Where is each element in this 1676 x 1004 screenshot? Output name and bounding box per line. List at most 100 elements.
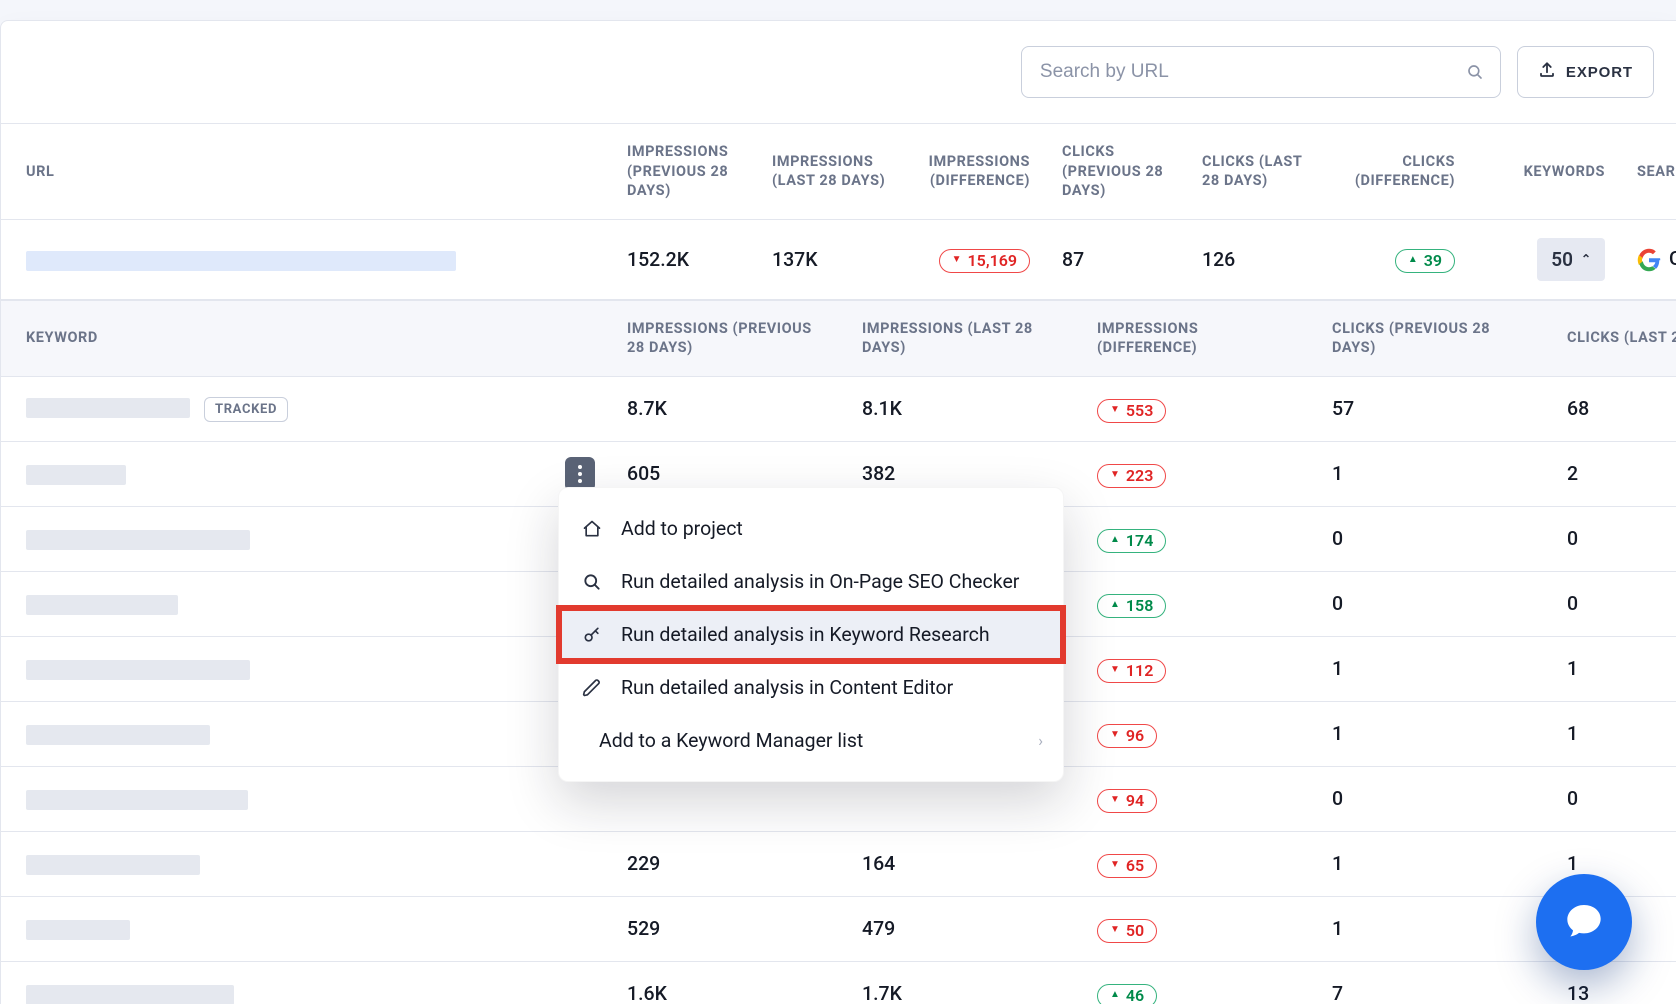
cell-kw-imp-diff: ▲46 xyxy=(1081,961,1316,1004)
keyword-placeholder xyxy=(26,985,234,1004)
top-bar: EXPORT xyxy=(1,21,1676,123)
cell-kw-clk-prev: 7 xyxy=(1316,961,1551,1004)
keyword-placeholder xyxy=(26,855,200,875)
cell-imp-prev: 152.2K xyxy=(611,219,756,299)
cell-kw-clk-prev: 0 xyxy=(1316,766,1551,831)
cell-kw-imp-diff: ▼94 xyxy=(1081,766,1316,831)
cell-search-engine: C xyxy=(1621,219,1676,299)
keyword-placeholder xyxy=(26,465,126,485)
keyword-row[interactable]: 1.6K1.7K▲46713 xyxy=(1,961,1676,1004)
col-kw-clk-prev[interactable]: CLICKS (PREVIOUS 28 DAYS) xyxy=(1316,300,1551,376)
keyword-placeholder xyxy=(26,398,190,418)
cell-clk-last: 126 xyxy=(1186,219,1326,299)
keyword-placeholder xyxy=(26,660,250,680)
cell-imp-diff: ▼15,169 xyxy=(911,219,1046,299)
cell-kw-clk-prev: 1 xyxy=(1316,701,1551,766)
tracked-badge: TRACKED xyxy=(204,397,288,422)
context-menu-item[interactable]: Add to a Keyword Manager list › xyxy=(559,714,1063,767)
cell-kw-imp-diff: ▲158 xyxy=(1081,571,1316,636)
col-imp-last[interactable]: IMPRESSIONS (LAST 28 DAYS) xyxy=(756,124,911,220)
cell-kw-clk-prev: 1 xyxy=(1316,636,1551,701)
cell-kw-clk-last: 0 xyxy=(1551,766,1676,831)
export-button[interactable]: EXPORT xyxy=(1517,46,1654,98)
col-clk-prev[interactable]: CLICKS (PREVIOUS 28 DAYS) xyxy=(1046,124,1186,220)
cell-imp-last: 137K xyxy=(756,219,911,299)
col-kw-clk-last[interactable]: CLICKS (LAST 28 DAYS) xyxy=(1551,300,1676,376)
cell-kw-clk-prev: 1 xyxy=(1316,831,1551,896)
context-menu-label: Run detailed analysis in Content Editor xyxy=(621,676,953,699)
google-icon xyxy=(1637,248,1661,272)
context-menu-item[interactable]: Add to project xyxy=(559,502,1063,555)
context-menu-label: Run detailed analysis in On-Page SEO Che… xyxy=(621,570,1019,593)
cell-kw-clk-last: 68 xyxy=(1551,376,1676,441)
cell-clk-prev: 87 xyxy=(1046,219,1186,299)
home-icon xyxy=(581,519,603,539)
cell-kw-imp-diff: ▼223 xyxy=(1081,441,1316,506)
context-menu-label: Add to project xyxy=(621,517,743,540)
pencil-icon xyxy=(581,678,603,698)
cell-kw-clk-prev: 57 xyxy=(1316,376,1551,441)
url-summary-table: URL IMPRESSIONS (PREVIOUS 28 DAYS) IMPRE… xyxy=(1,123,1676,300)
keyword-row[interactable]: TRACKED 8.7K8.1K▼5535768 xyxy=(1,376,1676,441)
col-imp-prev[interactable]: IMPRESSIONS (PREVIOUS 28 DAYS) xyxy=(611,124,756,220)
cell-kw-imp-prev: 8.7K xyxy=(611,376,846,441)
key-icon xyxy=(581,625,603,645)
cell-kw-imp-diff: ▼65 xyxy=(1081,831,1316,896)
col-kw-imp-last[interactable]: IMPRESSIONS (LAST 28 DAYS) xyxy=(846,300,1081,376)
keyword-placeholder xyxy=(26,790,248,810)
cell-kw-imp-diff: ▼96 xyxy=(1081,701,1316,766)
cell-clk-diff: ▲39 xyxy=(1326,219,1471,299)
export-label: EXPORT xyxy=(1566,64,1633,81)
col-kw-imp-diff[interactable]: IMPRESSIONS (DIFFERENCE) xyxy=(1081,300,1316,376)
col-url[interactable]: URL xyxy=(1,124,611,220)
cell-kw-clk-prev: 0 xyxy=(1316,506,1551,571)
search-icon xyxy=(1466,63,1484,81)
cell-kw-imp-last: 164 xyxy=(846,831,1081,896)
url-search-field-wrap[interactable] xyxy=(1021,46,1501,98)
context-menu-item[interactable]: Run detailed analysis in Keyword Researc… xyxy=(559,608,1063,661)
cell-kw-imp-diff: ▼50 xyxy=(1081,896,1316,961)
search-icon xyxy=(581,572,603,592)
cell-kw-imp-diff: ▼112 xyxy=(1081,636,1316,701)
cell-kw-imp-prev: 529 xyxy=(611,896,846,961)
up-arrow-icon: ▲ xyxy=(1408,255,1418,265)
cell-kw-clk-prev: 1 xyxy=(1316,441,1551,506)
chevron-up-icon: ⌃ xyxy=(1581,252,1591,266)
col-imp-diff[interactable]: IMPRESSIONS (DIFFERENCE) xyxy=(911,124,1046,220)
col-clk-diff[interactable]: CLICKS (DIFFERENCE) xyxy=(1326,124,1471,220)
col-clk-last[interactable]: CLICKS (LAST 28 DAYS) xyxy=(1186,124,1326,220)
chat-fab[interactable] xyxy=(1536,874,1632,970)
cell-kw-clk-last: 0 xyxy=(1551,506,1676,571)
col-keyword[interactable]: KEYWORD xyxy=(1,300,611,376)
cell-keywords[interactable]: 50⌃ xyxy=(1471,219,1621,299)
chat-icon xyxy=(1564,900,1604,944)
cell-kw-imp-diff: ▼553 xyxy=(1081,376,1316,441)
cell-kw-imp-last: 8.1K xyxy=(846,376,1081,441)
keyword-placeholder xyxy=(26,920,130,940)
cell-kw-imp-prev: 1.6K xyxy=(611,961,846,1004)
keyword-row[interactable]: 229164▼6511 xyxy=(1,831,1676,896)
cell-kw-clk-last: 1 xyxy=(1551,701,1676,766)
context-menu-item[interactable]: Run detailed analysis in Content Editor xyxy=(559,661,1063,714)
url-placeholder xyxy=(26,251,456,271)
chevron-right-icon: › xyxy=(1038,731,1043,750)
col-search-engine[interactable]: SEARCH ENGINE xyxy=(1621,124,1676,220)
keyword-row[interactable]: 529479▼501 xyxy=(1,896,1676,961)
col-kw-imp-prev[interactable]: IMPRESSIONS (PREVIOUS 28 DAYS) xyxy=(611,300,846,376)
col-keywords[interactable]: KEYWORDS xyxy=(1471,124,1621,220)
row-actions-button[interactable] xyxy=(565,457,595,491)
cell-kw-imp-last: 479 xyxy=(846,896,1081,961)
cell-kw-clk-prev: 1 xyxy=(1316,896,1551,961)
upload-icon xyxy=(1538,61,1556,83)
url-search-input[interactable] xyxy=(1038,60,1456,84)
cell-kw-clk-last: 0 xyxy=(1551,571,1676,636)
keyword-context-menu: Add to project Run detailed analysis in O… xyxy=(558,487,1064,782)
context-menu-item[interactable]: Run detailed analysis in On-Page SEO Che… xyxy=(559,555,1063,608)
context-menu-label: Add to a Keyword Manager list xyxy=(599,729,863,752)
cell-kw-imp-diff: ▲174 xyxy=(1081,506,1316,571)
url-row[interactable]: 152.2K 137K ▼15,169 87 126 ▲39 50⌃ xyxy=(1,219,1676,299)
keyword-placeholder xyxy=(26,530,250,550)
down-arrow-icon: ▼ xyxy=(952,255,962,265)
keyword-placeholder xyxy=(26,725,210,745)
context-menu-label: Run detailed analysis in Keyword Researc… xyxy=(621,623,990,646)
